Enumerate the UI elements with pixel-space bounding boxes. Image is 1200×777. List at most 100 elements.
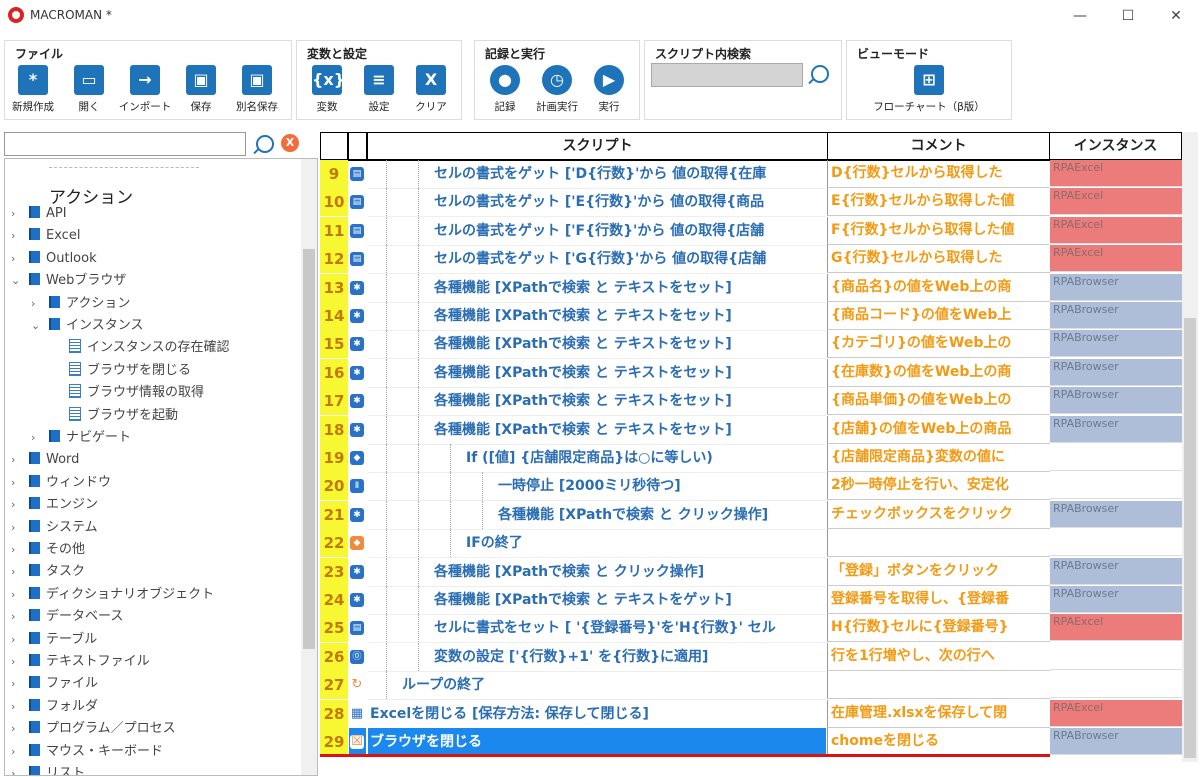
script-row[interactable]: 21 ✱ 各種機能 [XPathで検索 と クリック操作] チェックボックスをクリック…	[320, 500, 1182, 530]
instance-cell[interactable]: RPABrowser	[1050, 415, 1182, 443]
ribbon-button[interactable]: X クリア	[405, 65, 457, 114]
tree-item[interactable]: › ファイル	[11, 673, 98, 695]
ribbon-button[interactable]: ● 記録	[479, 65, 531, 114]
tree-item[interactable]: › テキストファイル	[11, 651, 150, 673]
instance-cell[interactable]: RPABrowser	[1050, 557, 1182, 585]
ribbon-button[interactable]: * 新規作成	[5, 65, 61, 114]
script-cell[interactable]: 各種機能 [XPathで検索 と テキストをセット]	[368, 274, 826, 303]
script-cell[interactable]: ループの終了	[368, 671, 826, 701]
instance-cell[interactable]: RPAExcel	[1050, 614, 1182, 642]
script-row[interactable]: 22 ◆ IFの終了	[320, 529, 1182, 559]
script-cell[interactable]: 各種機能 [XPathで検索 と クリック操作]	[368, 501, 826, 530]
tree-scrollbar[interactable]	[301, 159, 317, 775]
ribbon-button[interactable]: ▣ 保存	[173, 65, 229, 114]
tree-item[interactable]: ブラウザを閉じる	[51, 360, 191, 382]
script-cell[interactable]: 各種機能 [XPathで検索 と テキストをセット]	[368, 387, 826, 417]
ribbon-button[interactable]: ▶ 実行	[583, 65, 635, 114]
expand-arrow-icon[interactable]: ›	[11, 763, 23, 775]
script-row[interactable]: 29 ☒ ブラウザを閉じる chomeを閉じる RPABrowser	[320, 728, 1182, 757]
grid-header-instance[interactable]: インスタンス	[1049, 132, 1182, 161]
script-cell[interactable]: セルの書式をゲット ['D{行数}'から 値の取得{在庫	[368, 160, 826, 189]
instance-cell[interactable]	[1050, 444, 1182, 471]
instance-cell[interactable]: RPABrowser	[1050, 330, 1182, 358]
script-search-input[interactable]	[651, 63, 803, 87]
minimize-button[interactable]: —	[1060, 4, 1100, 28]
script-row[interactable]: 26 ⓪ 変数の設定 ['{行数}+1' を{行数}に適用] 行を1行増やし、次の行へ	[320, 642, 1182, 672]
script-cell[interactable]: 各種機能 [XPathで検索 と テキストをセット]	[368, 416, 826, 445]
expand-arrow-icon[interactable]: ›	[11, 203, 23, 225]
scroll-thumb[interactable]	[1184, 318, 1196, 758]
instance-cell[interactable]: RPAExcel	[1050, 216, 1182, 244]
script-row[interactable]: 24 ✱ 各種機能 [XPathで検索 と テキストをゲット] 登録番号を取得し、{登…	[320, 586, 1182, 615]
expand-arrow-icon[interactable]: ›	[11, 606, 23, 628]
comment-cell[interactable]: {カテゴリ}の値をWeb上の	[827, 330, 1050, 359]
script-row[interactable]: 28 ▦ Excelを閉じる [保存方法: 保存して閉じる] 在庫管理.xlsxを保存…	[320, 699, 1182, 729]
expand-arrow-icon[interactable]: ›	[11, 539, 23, 561]
grid-header-comment[interactable]: コメント	[827, 132, 1050, 161]
expand-arrow-icon[interactable]: ›	[11, 673, 23, 695]
instance-cell[interactable]: RPAExcel	[1050, 188, 1182, 216]
search-icon[interactable]	[256, 135, 274, 153]
comment-cell[interactable]: F{行数}セルから取得した値	[827, 216, 1050, 245]
tree-item[interactable]: インスタンスの存在確認	[51, 337, 229, 359]
expand-arrow-icon[interactable]: ›	[11, 741, 23, 763]
script-cell[interactable]: 各種機能 [XPathで検索 と クリック操作]	[368, 558, 826, 587]
ribbon-button[interactable]: ▣ 別名保存	[229, 65, 285, 114]
comment-cell[interactable]: 「登録」ボタンをクリック	[827, 557, 1050, 586]
tree-item[interactable]: › システム	[11, 517, 98, 539]
tree-item[interactable]: › フォルダ	[11, 696, 98, 718]
tree-item[interactable]: ⌄ Webブラウザ	[11, 270, 126, 292]
grid-header-script[interactable]: スクリプト	[367, 132, 828, 161]
expand-arrow-icon[interactable]: ›	[31, 427, 43, 449]
comment-cell[interactable]: {商品単価}の値をWeb上の	[827, 387, 1050, 416]
instance-cell[interactable]	[1050, 472, 1182, 500]
tree-item[interactable]: ⌄ インスタンス	[31, 315, 143, 337]
script-row[interactable]: 10 ▤ セルの書式をゲット ['E{行数}'から 値の取得{商品 E{行数}セルから…	[320, 188, 1182, 218]
script-cell[interactable]: セルに書式をセット [ '{登録番号}'を'H{行数}' セル	[368, 614, 826, 644]
expand-arrow-icon[interactable]: ›	[11, 449, 23, 471]
comment-cell[interactable]: {商品コード}の値をWeb上	[827, 302, 1050, 330]
expand-arrow-icon[interactable]: ›	[11, 517, 23, 539]
comment-cell[interactable]: chomeを閉じる	[827, 728, 1050, 756]
script-cell[interactable]: IFの終了	[368, 529, 826, 559]
tree-item[interactable]: › タスク	[11, 561, 85, 583]
instance-cell[interactable]	[1050, 643, 1182, 670]
instance-cell[interactable]	[1050, 671, 1182, 699]
script-row[interactable]: 9 ▤ セルの書式をゲット ['D{行数}'から 値の取得{在庫 D{行数}セルから取…	[320, 160, 1182, 189]
comment-cell[interactable]: E{行数}セルから取得した値	[827, 188, 1050, 217]
script-cell[interactable]: Excelを閉じる [保存方法: 保存して閉じる]	[368, 700, 826, 729]
instance-cell[interactable]	[1050, 529, 1182, 557]
script-cell[interactable]: セルの書式をゲット ['E{行数}'から 値の取得{商品	[368, 188, 826, 218]
expand-arrow-icon[interactable]: ›	[11, 718, 23, 740]
instance-cell[interactable]: RPABrowser	[1050, 500, 1182, 528]
script-row[interactable]: 27 ↻ ループの終了	[320, 671, 1182, 701]
comment-cell[interactable]: 登録番号を取得し、{登録番	[827, 586, 1050, 614]
tree-item[interactable]: › テーブル	[11, 629, 97, 651]
comment-cell[interactable]: H{行数}セルに{登録番号}	[827, 614, 1050, 643]
script-row[interactable]: 20 Ⅱ 一時停止 [2000ミリ秒待つ] 2秒一時停止を行い、安定化	[320, 472, 1182, 502]
comment-cell[interactable]: {店舗}の値をWeb上の商品	[827, 415, 1050, 444]
instance-cell[interactable]: RPABrowser	[1050, 728, 1182, 755]
instance-cell[interactable]: RPAExcel	[1050, 245, 1182, 273]
script-cell[interactable]: 各種機能 [XPathで検索 と テキストをセット]	[368, 359, 826, 388]
search-icon[interactable]	[811, 65, 829, 83]
ribbon-button[interactable]: ⊞ フローチャート（β版）	[857, 65, 1001, 114]
comment-cell[interactable]: D{行数}セルから取得した	[827, 160, 1050, 188]
script-cell[interactable]: 一時停止 [2000ミリ秒待つ]	[368, 472, 826, 502]
expand-arrow-icon[interactable]: ›	[31, 293, 43, 315]
instance-cell[interactable]: RPABrowser	[1050, 358, 1182, 386]
script-row[interactable]: 15 ✱ 各種機能 [XPathで検索 と テキストをセット] {カテゴリ}の値をWe…	[320, 330, 1182, 360]
expand-arrow-icon[interactable]: ›	[11, 494, 23, 516]
ribbon-button[interactable]: ▭ 開く	[61, 65, 117, 114]
script-row[interactable]: 12 ▤ セルの書式をゲット ['G{行数}'から 値の取得{店舗 G{行数}セルから…	[320, 245, 1182, 275]
expand-arrow-icon[interactable]: ⌄	[31, 315, 43, 337]
comment-cell[interactable]: 在庫管理.xlsxを保存して閉	[827, 699, 1050, 728]
script-cell[interactable]: ブラウザを閉じる	[368, 728, 826, 757]
script-row[interactable]: 19 ◆ If ([値] {店舗限定商品}は○に等しい) {店舗限定商品}変数の値に	[320, 444, 1182, 473]
tree-item[interactable]: › リスト	[11, 763, 85, 775]
script-row[interactable]: 13 ✱ 各種機能 [XPathで検索 と テキストをセット] {商品名}の値をWeb…	[320, 273, 1182, 303]
instance-cell[interactable]: RPAExcel	[1050, 699, 1182, 727]
comment-cell[interactable]: {在庫数}の値をWeb上の商	[827, 358, 1050, 387]
script-cell[interactable]: 各種機能 [XPathで検索 と テキストをゲット]	[368, 586, 826, 615]
expand-arrow-icon[interactable]: ›	[11, 472, 23, 494]
